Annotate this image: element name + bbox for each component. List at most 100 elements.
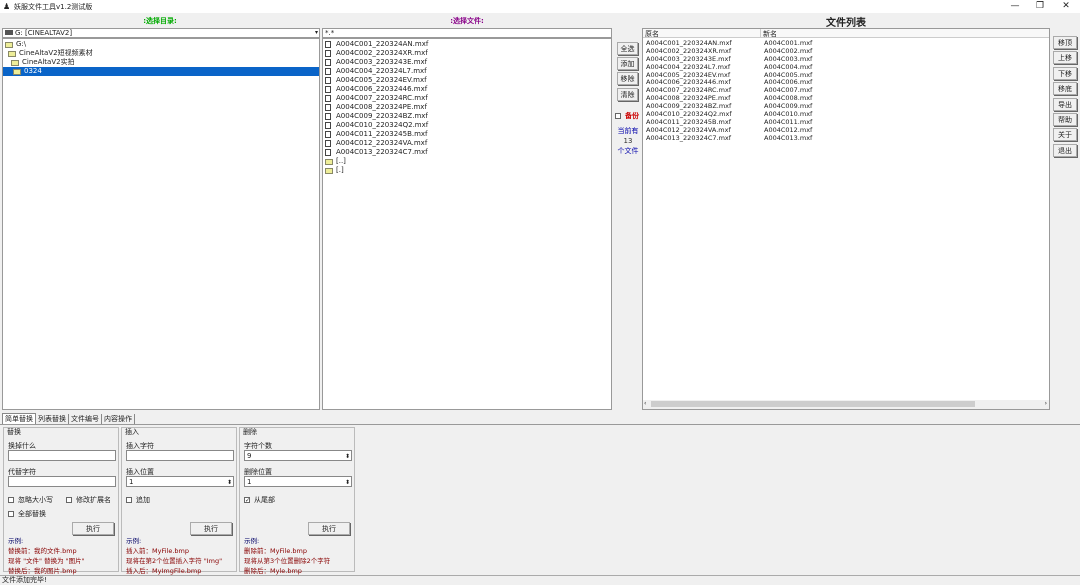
close-button[interactable]: ✕ bbox=[1056, 1, 1076, 11]
dir-item[interactable]: [.] bbox=[323, 166, 611, 175]
file-icon bbox=[325, 122, 331, 129]
delete-pos-stepper[interactable]: 1 ⬍ bbox=[244, 476, 352, 487]
backup-checkbox[interactable]: 备份 bbox=[615, 111, 639, 121]
status-bar: 文件添加完毕! bbox=[0, 575, 1080, 585]
help-button[interactable]: 帮助 bbox=[1053, 113, 1077, 126]
drive-value: G: [CINEALTAV2] bbox=[15, 29, 73, 37]
filter-input[interactable]: *.* bbox=[322, 28, 612, 38]
file-item[interactable]: A004C004_220324L7.mxf bbox=[323, 67, 611, 76]
col-old-name[interactable]: 原名 bbox=[643, 29, 761, 38]
example-line: 现将在第2个位置插入字符 "Img" bbox=[126, 557, 223, 565]
file-item[interactable]: A004C013_220324C7.mxf bbox=[323, 148, 611, 157]
move-up-button[interactable]: 上移 bbox=[1053, 51, 1077, 65]
count-suffix: 个文件 bbox=[617, 147, 639, 155]
ignore-case-checkbox[interactable]: 忽略大小写 bbox=[8, 495, 53, 505]
insert-run-button[interactable]: 执行 bbox=[190, 522, 232, 535]
change-ext-checkbox[interactable]: 修改扩展名 bbox=[66, 495, 111, 505]
file-name: A004C009_220324BZ.mxf bbox=[336, 112, 428, 120]
move-bottom-button[interactable]: 移底 bbox=[1053, 82, 1077, 96]
file-item[interactable]: A004C003_2203243E.mxf bbox=[323, 58, 611, 67]
select-all-button[interactable]: 全选 bbox=[617, 42, 638, 55]
insert-title: 插入 bbox=[125, 428, 139, 436]
delete-run-button[interactable]: 执行 bbox=[308, 522, 350, 535]
export-button[interactable]: 导出 bbox=[1053, 97, 1077, 111]
file-item[interactable]: A004C005_220324EV.mxf bbox=[323, 76, 611, 85]
file-name: A004C005_220324EV.mxf bbox=[336, 76, 427, 84]
replace-run-button[interactable]: 执行 bbox=[72, 522, 114, 535]
rename-list[interactable]: 原名 新名 A004C001_220324AN.mxf A004C001.mxf A… bbox=[642, 28, 1050, 410]
example-title: 示例: bbox=[244, 537, 260, 545]
file-item[interactable]: A004C001_220324AN.mxf bbox=[323, 40, 611, 49]
file-icon bbox=[325, 104, 331, 111]
file-item[interactable]: A004C007_220324RC.mxf bbox=[323, 94, 611, 103]
move-top-button[interactable]: 移顶 bbox=[1053, 36, 1077, 49]
file-item[interactable]: A004C010_220324Q2.mxf bbox=[323, 121, 611, 130]
from-end-checkbox[interactable]: ✓ 从尾部 bbox=[244, 495, 275, 505]
append-checkbox[interactable]: 追加 bbox=[126, 495, 150, 505]
directory-tree[interactable]: G:\ CineAltaV2短视频素材 CineAltaV2实拍 0324 bbox=[2, 38, 320, 410]
horizontal-scrollbar[interactable]: ‹ › bbox=[643, 400, 1049, 409]
restore-button[interactable]: ❐ bbox=[1030, 1, 1050, 11]
file-item[interactable]: A004C012_220324VA.mxf bbox=[323, 139, 611, 148]
example-title: 示例: bbox=[126, 537, 142, 545]
tab-1[interactable]: 列表替换 bbox=[36, 414, 69, 424]
col-new-name[interactable]: 新名 bbox=[761, 29, 777, 38]
tab-0[interactable]: 简单替换 bbox=[2, 413, 36, 424]
folder-icon bbox=[8, 50, 16, 57]
example-line: 现将从第3个位置删除2个字符 bbox=[244, 557, 331, 565]
file-icon bbox=[325, 86, 331, 93]
add-button[interactable]: 添加 bbox=[617, 57, 638, 70]
tree-item[interactable]: G:\ bbox=[3, 40, 319, 49]
tree-item[interactable]: CineAltaV2短视频素材 bbox=[3, 49, 319, 58]
dir-name: [.] bbox=[336, 166, 344, 174]
tree-item[interactable]: CineAltaV2实拍 bbox=[3, 58, 319, 67]
file-item[interactable]: A004C009_220324BZ.mxf bbox=[323, 112, 611, 121]
file-name: A004C008_220324PE.mxf bbox=[336, 103, 427, 111]
move-down-button[interactable]: 下移 bbox=[1053, 66, 1077, 80]
dir-item[interactable]: [..] bbox=[323, 157, 611, 166]
file-count: 当前有 13 个文件 bbox=[614, 126, 642, 156]
file-icon bbox=[325, 68, 331, 75]
file-name: A004C013_220324C7.mxf bbox=[336, 148, 428, 156]
remove-button[interactable]: 移除 bbox=[617, 72, 638, 85]
scroll-left-icon[interactable]: ‹ bbox=[644, 400, 646, 407]
rename-row[interactable]: A004C013_220324C7.mxf A004C013.mxf bbox=[643, 133, 1049, 143]
tree-item[interactable]: 0324 bbox=[3, 67, 319, 76]
tree-item-label: CineAltaV2短视频素材 bbox=[19, 49, 93, 57]
dir-name: [..] bbox=[336, 157, 346, 165]
clear-button[interactable]: 清除 bbox=[617, 88, 638, 101]
find-input[interactable] bbox=[8, 450, 116, 461]
file-list[interactable]: A004C001_220324AN.mxf A004C002_220324XR.m… bbox=[322, 38, 612, 410]
insert-pos-stepper[interactable]: 1 ⬍ bbox=[126, 476, 234, 487]
with-input[interactable] bbox=[8, 476, 116, 487]
file-name: A004C003_2203243E.mxf bbox=[336, 58, 428, 66]
folder-icon bbox=[11, 59, 19, 66]
about-button[interactable]: 关于 bbox=[1053, 128, 1077, 142]
tab-3[interactable]: 内容操作 bbox=[102, 414, 135, 424]
file-item[interactable]: A004C008_220324PE.mxf bbox=[323, 103, 611, 112]
drive-select[interactable]: G: [CINEALTAV2] ▾ bbox=[2, 28, 320, 38]
file-item[interactable]: A004C011_2203245B.mxf bbox=[323, 130, 611, 139]
example-line: 现将 "文件" 替换为 "图片" bbox=[8, 557, 85, 565]
example-line: 插入后：MyImgFile.bmp bbox=[126, 567, 202, 575]
file-item[interactable]: A004C002_220324XR.mxf bbox=[323, 49, 611, 58]
tab-bar: 简单替换 列表替换 文件编号 内容操作 bbox=[2, 413, 135, 424]
exit-button[interactable]: 退出 bbox=[1053, 143, 1077, 157]
folder-icon bbox=[325, 167, 333, 174]
chevron-down-icon[interactable]: ▾ bbox=[315, 29, 318, 37]
tab-2[interactable]: 文件编号 bbox=[69, 414, 102, 424]
replace-all-checkbox[interactable]: 全部替换 bbox=[8, 509, 46, 519]
folder-icon bbox=[13, 68, 21, 75]
spin-icon: ⬍ bbox=[344, 453, 350, 460]
example-line: 替换前：我的文件.bmp bbox=[8, 547, 77, 555]
folder-icon bbox=[325, 158, 333, 165]
scroll-right-icon[interactable]: › bbox=[1045, 400, 1047, 407]
select-dir-header: :选择目录: bbox=[143, 17, 177, 25]
delete-count-stepper[interactable]: 9 ⬍ bbox=[244, 450, 352, 461]
scroll-thumb[interactable] bbox=[651, 401, 975, 407]
minimize-button[interactable]: — bbox=[1005, 1, 1025, 11]
insert-chars-input[interactable] bbox=[126, 450, 234, 461]
file-item[interactable]: A004C006_22032446.mxf bbox=[323, 85, 611, 94]
old-name: A004C013_220324C7.mxf bbox=[646, 133, 732, 142]
file-icon bbox=[325, 41, 331, 48]
